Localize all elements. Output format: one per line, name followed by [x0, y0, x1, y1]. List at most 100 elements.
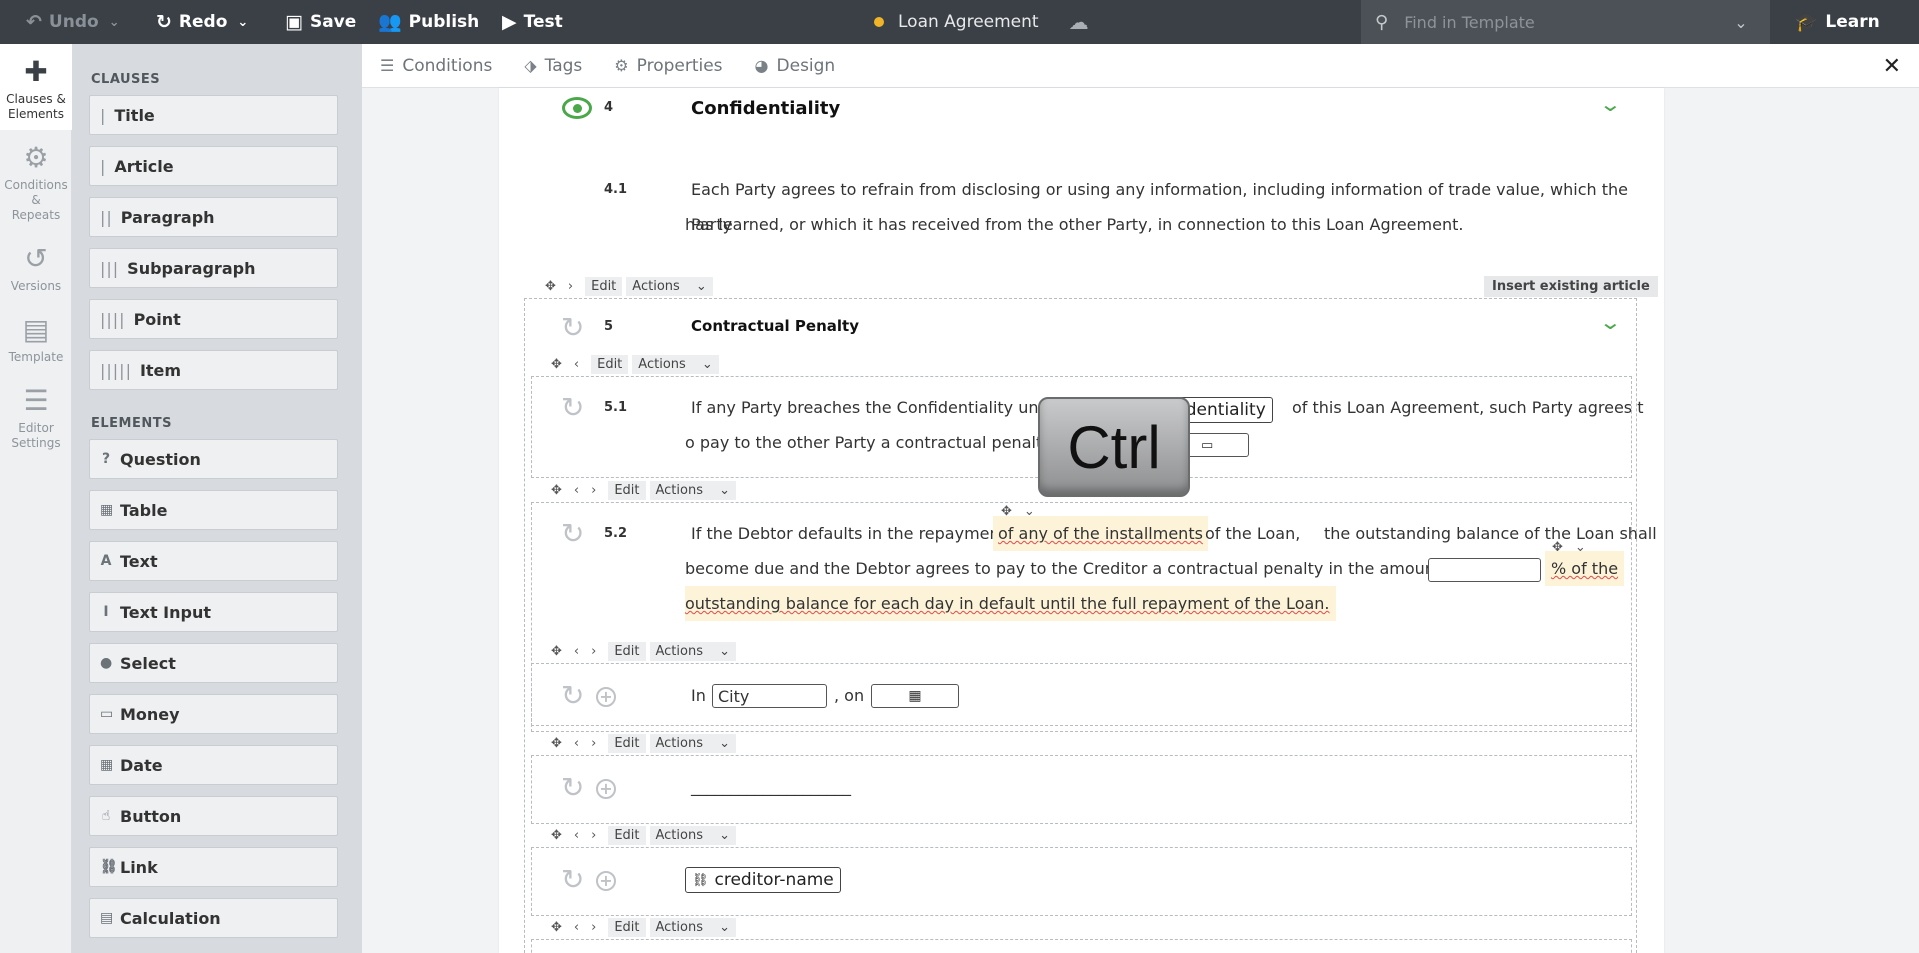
number-field[interactable] — [1428, 558, 1541, 582]
search-input[interactable] — [1404, 12, 1735, 32]
move-icon[interactable]: ✥ — [551, 736, 562, 751]
creditor-name-reference[interactable]: ⛓ creditor-name — [685, 867, 841, 893]
element-select[interactable]: ● Select — [89, 643, 338, 683]
element-question[interactable]: ? Question — [89, 439, 338, 479]
edit-button[interactable]: Edit — [608, 733, 646, 753]
redo-button[interactable]: ↻ Redo ⌄ — [146, 0, 258, 44]
conditional-text[interactable]: outstanding balance for each day in defa… — [685, 586, 1336, 621]
chevron-left-icon[interactable]: ‹ — [574, 736, 579, 751]
move-icon[interactable]: ✥ — [551, 828, 562, 843]
chevron-left-icon[interactable]: ‹ — [574, 920, 579, 935]
edit-button[interactable]: Edit — [608, 825, 646, 845]
rail-template[interactable]: ▤ Template — [0, 302, 72, 373]
paragraph-text[interactable]: o pay to the other Party a contractual p… — [685, 425, 1061, 460]
article-title[interactable]: Contractual Penalty — [691, 317, 859, 335]
paragraph-text[interactable]: become due and — [685, 551, 819, 586]
element-text[interactable]: A Text — [89, 541, 338, 581]
chevron-left-icon[interactable]: ‹ — [574, 644, 579, 659]
rail-conditions-repeats[interactable]: ⚙ Conditions & Repeats — [0, 130, 72, 231]
paragraph-text[interactable]: of the Loan, — [1205, 516, 1300, 551]
paragraph-text[interactable]: the outstanding balance of the Loan shal… — [1324, 516, 1657, 551]
actions-dropdown[interactable]: Actions ⌄ — [632, 354, 719, 374]
learn-button[interactable]: 🎓 Learn — [1795, 0, 1880, 44]
edit-button[interactable]: Edit — [591, 354, 629, 374]
actions-dropdown[interactable]: Actions ⌄ — [649, 917, 737, 937]
paragraph-text[interactable]: has learned, or which it has received fr… — [685, 207, 1463, 242]
date-field[interactable]: ▦ — [871, 684, 959, 708]
edit-button[interactable]: Edit — [608, 641, 646, 661]
edit-button[interactable]: Edit — [608, 917, 646, 937]
redo-icon[interactable]: ↻ — [561, 866, 584, 894]
article-title[interactable]: Confidentiality — [691, 98, 840, 119]
chevron-left-icon[interactable]: ‹ — [574, 483, 579, 498]
edit-button[interactable]: Edit — [585, 276, 623, 296]
paragraph-text[interactable]: If any Party breaches the Confidentialit… — [691, 390, 1065, 425]
save-button[interactable]: ▣ Save — [275, 0, 366, 44]
move-icon[interactable]: ✥ — [545, 279, 556, 294]
move-icon[interactable]: ✥ — [551, 644, 562, 659]
insert-existing-article-button[interactable]: Insert existing article — [1484, 276, 1658, 297]
cloud-upload-icon[interactable]: ☁ — [1069, 10, 1089, 34]
close-icon[interactable]: ✕ — [1883, 54, 1901, 79]
paragraph-text[interactable]: of this Loan Agreement, such Party agree… — [1292, 390, 1643, 425]
add-circle-icon[interactable]: + — [596, 779, 616, 799]
add-circle-icon[interactable]: + — [596, 687, 616, 707]
clause-point[interactable]: |||| Point — [89, 299, 338, 339]
clause-article[interactable]: | Article — [89, 146, 338, 186]
test-button[interactable]: ▶ Test — [492, 0, 573, 44]
tab-tags[interactable]: ⬗ Tags — [524, 56, 582, 76]
element-link[interactable]: ⛓ Link — [89, 847, 338, 887]
element-text-input[interactable]: I Text Input — [89, 592, 338, 632]
chevron-right-icon[interactable]: › — [591, 483, 596, 498]
undo-button[interactable]: ↶ Undo ⌄ — [16, 0, 130, 44]
redo-icon[interactable]: ↻ — [561, 394, 584, 422]
chevron-down-icon[interactable]: ⌄ — [237, 15, 248, 30]
chevron-down-icon[interactable]: ⌄ — [1599, 92, 1622, 116]
move-icon[interactable]: ✥ — [551, 357, 562, 372]
rail-versions[interactable]: ↺ Versions — [0, 231, 72, 302]
add-circle-icon[interactable]: + — [596, 871, 616, 891]
chevron-right-icon[interactable]: › — [591, 920, 596, 935]
tab-conditions[interactable]: ☰ Conditions — [380, 56, 492, 76]
element-calculation[interactable]: ▤ Calculation — [89, 898, 338, 938]
actions-dropdown[interactable]: Actions ⌄ — [649, 825, 737, 845]
rail-clauses-elements[interactable]: ✚ Clauses & Elements — [0, 44, 72, 130]
element-table[interactable]: ▦ Table — [89, 490, 338, 530]
move-icon[interactable]: ✥ — [551, 483, 562, 498]
clause-subparagraph[interactable]: ||| Subparagraph — [89, 248, 338, 288]
city-field[interactable]: City — [712, 684, 827, 708]
element-date[interactable]: ▦ Date — [89, 745, 338, 785]
chevron-right-icon[interactable]: › — [591, 736, 596, 751]
paragraph-text[interactable]: If the Debtor defaults in the repayment — [691, 516, 1006, 551]
chevron-right-icon[interactable]: › — [568, 279, 573, 294]
chevron-left-icon[interactable]: ‹ — [574, 357, 579, 372]
redo-icon[interactable]: ↻ — [561, 520, 584, 548]
redo-icon[interactable]: ↻ — [561, 314, 584, 342]
chevron-down-icon[interactable]: ⌄ — [109, 15, 120, 30]
clause-item[interactable]: ||||| Item — [89, 350, 338, 390]
element-money[interactable]: ▭ Money — [89, 694, 338, 734]
chevron-right-icon[interactable]: › — [591, 644, 596, 659]
actions-dropdown[interactable]: Actions ⌄ — [649, 480, 737, 500]
tab-design[interactable]: ◕ Design — [755, 56, 836, 76]
actions-dropdown[interactable]: Actions ⌄ — [649, 641, 737, 661]
paragraph-text[interactable]: the Debtor agrees to pay to the Creditor… — [824, 551, 1462, 586]
clause-paragraph[interactable]: || Paragraph — [89, 197, 338, 237]
chevron-down-icon[interactable]: ⌄ — [1599, 310, 1622, 334]
conditional-text[interactable]: of any of the installments — [993, 516, 1208, 551]
chevron-down-icon[interactable]: ⌄ — [1734, 13, 1747, 32]
move-icon[interactable]: ✥ — [551, 920, 562, 935]
eye-icon[interactable] — [562, 97, 592, 119]
chevron-right-icon[interactable]: › — [591, 828, 596, 843]
conditional-text[interactable]: % of the — [1545, 551, 1625, 586]
edit-button[interactable]: Edit — [608, 480, 646, 500]
actions-dropdown[interactable]: Actions ⌄ — [649, 733, 737, 753]
redo-icon[interactable]: ↻ — [561, 774, 584, 802]
clause-title[interactable]: | Title — [89, 95, 338, 135]
redo-icon[interactable]: ↻ — [561, 682, 584, 710]
actions-dropdown[interactable]: Actions ⌄ — [626, 276, 713, 296]
rail-editor-settings[interactable]: ☰ Editor Settings — [0, 373, 72, 459]
publish-button[interactable]: 👥 Publish — [368, 0, 489, 44]
chevron-left-icon[interactable]: ‹ — [574, 828, 579, 843]
tab-properties[interactable]: ⚙ Properties — [614, 56, 722, 76]
